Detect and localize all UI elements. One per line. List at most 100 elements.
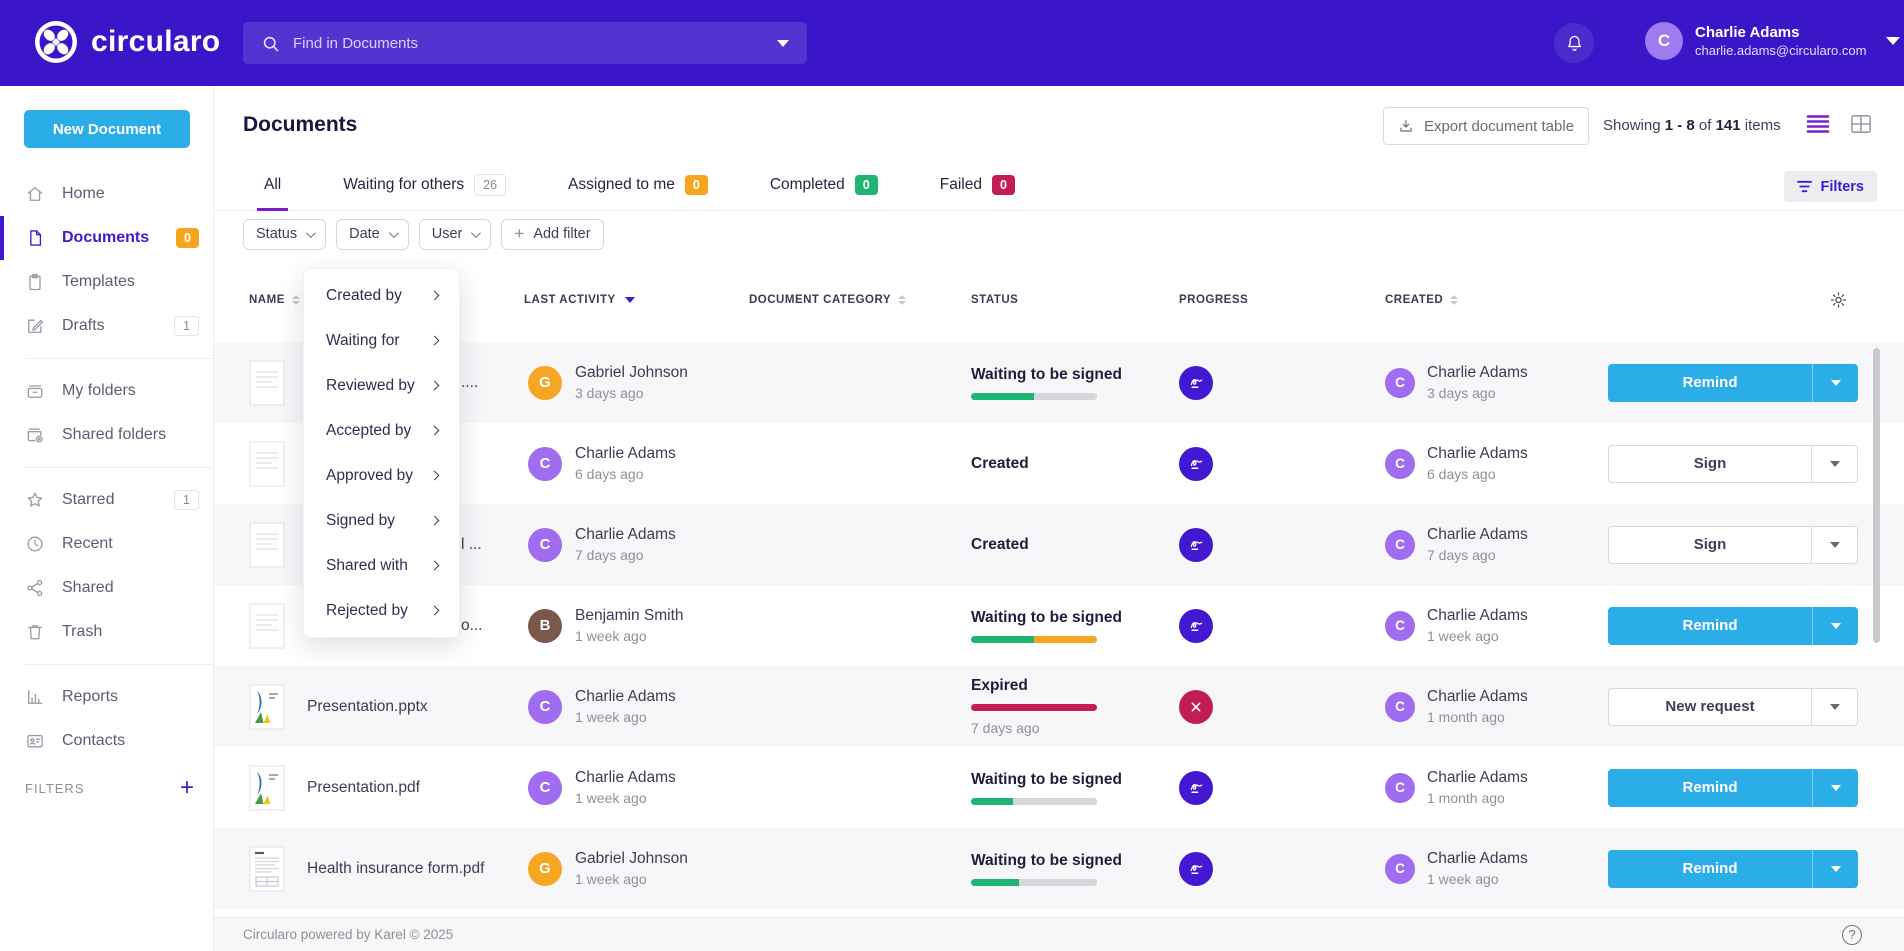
filters-button[interactable]: Filters xyxy=(1784,171,1877,202)
action-button-remind[interactable]: Remind xyxy=(1608,607,1812,645)
column-header-document-category[interactable]: DOCUMENT CATEGORY xyxy=(739,294,971,306)
menu-item-rejected-by[interactable]: Rejected by xyxy=(304,588,459,633)
tab-waiting-for-others[interactable]: Waiting for others26 xyxy=(343,162,506,210)
search-scope-caret-icon[interactable] xyxy=(777,40,789,47)
menu-item-label: Rejected by xyxy=(326,602,408,620)
tab-completed[interactable]: Completed0 xyxy=(770,162,878,210)
signature-status-icon[interactable] xyxy=(1179,771,1213,805)
user-menu[interactable]: C Charlie Adams charlie.adams@circularo.… xyxy=(1645,22,1900,60)
menu-item-reviewed-by[interactable]: Reviewed by xyxy=(304,363,459,408)
sidebar-item-recent[interactable]: Recent xyxy=(0,522,213,566)
tab-all[interactable]: All xyxy=(264,162,281,210)
document-name[interactable]: Presentation.pdf xyxy=(307,779,420,797)
action-button-remind[interactable]: Remind xyxy=(1608,364,1812,402)
search-input[interactable] xyxy=(293,35,777,52)
sidebar-item-badge: 1 xyxy=(174,490,199,510)
tab-failed[interactable]: Failed0 xyxy=(940,162,1015,210)
action-dropdown-toggle[interactable] xyxy=(1812,769,1858,807)
sort-icon[interactable] xyxy=(1450,295,1458,305)
action-button-remind[interactable]: Remind xyxy=(1608,769,1812,807)
footer: Circularo powered by Karel © 2025 ? xyxy=(214,917,1904,951)
action-button-sign[interactable]: Sign xyxy=(1609,527,1811,563)
global-search-bar[interactable] xyxy=(243,22,807,64)
action-button-remind[interactable]: Remind xyxy=(1608,850,1812,888)
creator-user: Charlie Adams6 days ago xyxy=(1427,445,1528,482)
sidebar-item-drafts[interactable]: Drafts1 xyxy=(0,304,213,348)
action-dropdown-toggle[interactable] xyxy=(1811,689,1857,725)
column-header-last-activity[interactable]: LAST ACTIVITY xyxy=(514,294,739,306)
filter-chip-user[interactable]: User xyxy=(419,219,492,250)
signature-status-icon[interactable] xyxy=(1179,609,1213,643)
user-avatar: G xyxy=(528,852,562,886)
sort-desc-icon[interactable] xyxy=(625,297,635,303)
menu-item-waiting-for[interactable]: Waiting for xyxy=(304,318,459,363)
sort-icon[interactable] xyxy=(898,295,906,305)
document-thumbnail xyxy=(249,603,285,649)
filter-chip-status[interactable]: Status xyxy=(243,219,326,250)
menu-item-accepted-by[interactable]: Accepted by xyxy=(304,408,459,453)
new-document-button[interactable]: New Document xyxy=(24,110,190,148)
sidebar-item-starred[interactable]: Starred1 xyxy=(0,478,213,522)
status-cell: Created xyxy=(971,536,1162,554)
signature-status-icon[interactable] xyxy=(1179,366,1213,400)
column-settings-gear-icon[interactable] xyxy=(1829,290,1848,309)
document-name[interactable]: l ... xyxy=(461,536,482,554)
export-button-label: Export document table xyxy=(1424,118,1574,135)
signature-status-icon[interactable] xyxy=(1179,528,1213,562)
sidebar-item-shared[interactable]: Shared xyxy=(0,566,213,610)
export-document-table-button[interactable]: Export document table xyxy=(1383,107,1589,145)
created-cell: CCharlie Adams3 days ago xyxy=(1362,364,1608,401)
user-email: charlie.adams@circularo.com xyxy=(1695,43,1866,58)
menu-item-approved-by[interactable]: Approved by xyxy=(304,453,459,498)
menu-item-signed-by[interactable]: Signed by xyxy=(304,498,459,543)
menu-item-created-by[interactable]: Created by xyxy=(304,273,459,318)
sidebar-item-home[interactable]: Home xyxy=(0,172,213,216)
caret-down-icon xyxy=(1830,542,1840,548)
document-name[interactable]: Presentation.pptx xyxy=(307,698,428,716)
sidebar-item-shared-folders[interactable]: Shared folders xyxy=(0,413,213,457)
signature-status-icon[interactable] xyxy=(1179,447,1213,481)
action-dropdown-toggle[interactable] xyxy=(1811,446,1857,482)
action-dropdown-toggle[interactable] xyxy=(1812,607,1858,645)
signature-status-icon[interactable] xyxy=(1179,852,1213,886)
add-filter-plus-icon[interactable]: + xyxy=(180,779,195,797)
progress-bar-segment xyxy=(1013,798,1097,805)
document-name[interactable]: Health insurance form.pdf xyxy=(307,860,484,878)
sidebar-item-documents[interactable]: Documents0 xyxy=(0,216,213,260)
list-view-icon[interactable] xyxy=(1806,114,1830,134)
home-icon xyxy=(25,184,45,204)
failed-status-icon[interactable] xyxy=(1179,690,1213,724)
action-dropdown-toggle[interactable] xyxy=(1811,527,1857,563)
circularo-logo[interactable]: circularo xyxy=(34,20,220,64)
last-activity-user-name: Charlie Adams xyxy=(575,688,676,706)
help-icon[interactable]: ? xyxy=(1842,925,1862,945)
created-time: 1 month ago xyxy=(1427,790,1528,806)
document-name[interactable]: o... xyxy=(461,617,483,635)
sidebar-item-trash[interactable]: Trash xyxy=(0,610,213,654)
creator-user: Charlie Adams1 week ago xyxy=(1427,607,1528,644)
menu-item-shared-with[interactable]: Shared with xyxy=(304,543,459,588)
action-button-new-request[interactable]: New request xyxy=(1609,689,1811,725)
tab-assigned-to-me[interactable]: Assigned to me0 xyxy=(568,162,708,210)
action-dropdown-toggle[interactable] xyxy=(1812,850,1858,888)
sidebar-item-templates[interactable]: Templates xyxy=(0,260,213,304)
sidebar-item-contacts[interactable]: Contacts xyxy=(0,719,213,763)
action-button-sign[interactable]: Sign xyxy=(1609,446,1811,482)
filter-chip-date[interactable]: Date xyxy=(336,219,409,250)
status-cell: Waiting to be signed xyxy=(971,852,1162,886)
document-name[interactable]: .... xyxy=(461,374,478,392)
chevron-right-icon xyxy=(430,516,440,526)
vertical-scrollbar[interactable] xyxy=(1873,348,1880,643)
add-filter-button[interactable]: +Add filter xyxy=(501,219,603,250)
sort-icon[interactable] xyxy=(292,295,300,305)
table-row: o...BBenjamin Smith1 week agoWaiting to … xyxy=(214,585,1904,666)
sidebar-item-label: Drafts xyxy=(62,317,105,335)
notifications-button[interactable] xyxy=(1554,23,1594,63)
action-dropdown-toggle[interactable] xyxy=(1812,364,1858,402)
progress-bar xyxy=(971,798,1097,805)
sidebar-item-my-folders[interactable]: My folders xyxy=(0,369,213,413)
sidebar-item-reports[interactable]: Reports xyxy=(0,675,213,719)
column-header-created[interactable]: CREATED xyxy=(1362,294,1608,306)
grid-view-icon[interactable] xyxy=(1850,114,1872,134)
tab-count-badge: 26 xyxy=(474,174,506,196)
